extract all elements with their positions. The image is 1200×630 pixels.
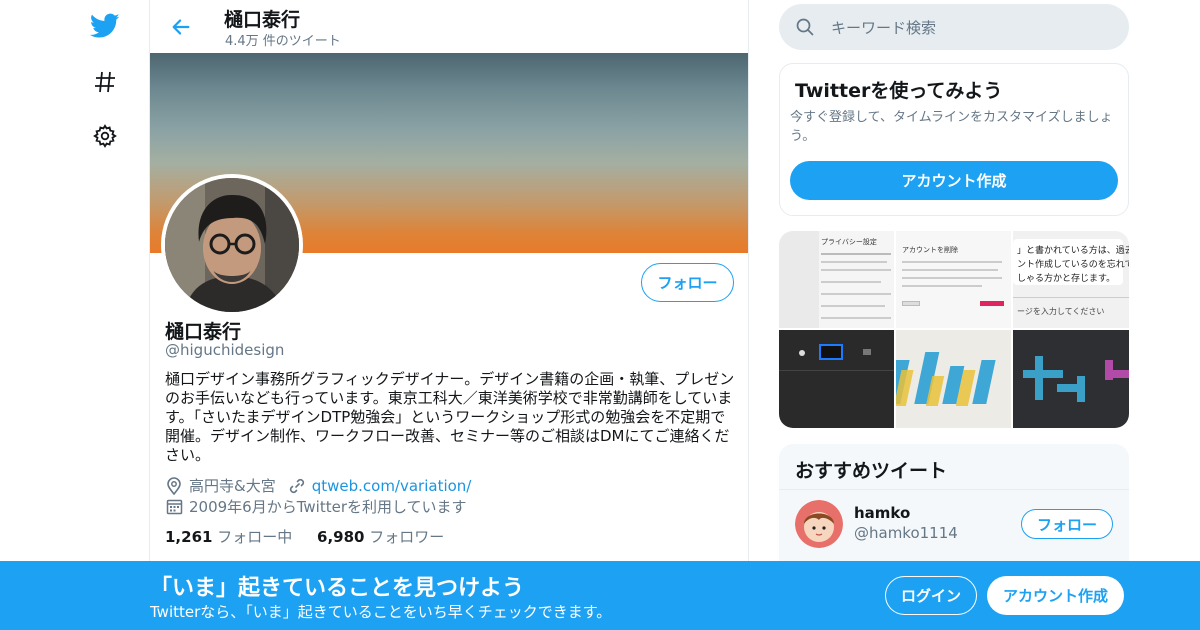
- profile-avatar[interactable]: [161, 174, 303, 316]
- follow-button[interactable]: フォロー: [641, 263, 734, 302]
- gear-icon[interactable]: [88, 119, 122, 153]
- profile-header-bar: 樋口泰行 4.4万 件のツイート: [150, 0, 748, 53]
- create-account-button[interactable]: アカウント作成: [790, 161, 1118, 200]
- profile-handle: @higuchidesign: [165, 341, 285, 359]
- following-label: フォロー中: [217, 528, 293, 546]
- signup-card: Twitterを使ってみよう 今すぐ登録して、タイムラインをカスタマイズしましょ…: [779, 63, 1129, 216]
- signup-banner-subtitle: Twitterなら、「いま」起きていることをいち早くチェックできます。: [150, 603, 612, 621]
- login-button[interactable]: ログイン: [885, 576, 977, 615]
- recommended-user-handle: @hamko1114: [854, 524, 958, 542]
- location-pin-icon: [165, 476, 183, 495]
- header-name: 樋口泰行: [224, 9, 301, 31]
- recommended-title: おすすめツイート: [795, 460, 948, 482]
- twitter-logo-icon[interactable]: [88, 9, 122, 43]
- search-icon: [795, 17, 815, 37]
- profile-location: 高円寺&大宮: [189, 477, 276, 495]
- media-tile-text: しゃる方かと存じます。: [1017, 274, 1116, 284]
- back-arrow-icon: [172, 19, 190, 35]
- recommended-user-avatar[interactable]: [795, 500, 843, 548]
- profile-url-link[interactable]: qtweb.com/variation/: [312, 477, 472, 495]
- profile-name: 樋口泰行: [165, 321, 242, 343]
- media-tile-text: アカウントを削除: [902, 246, 958, 254]
- following-stat[interactable]: 1,261 フォロー中: [165, 528, 292, 546]
- profile-stats: 1,261 フォロー中 6,980 フォロワー: [165, 526, 444, 547]
- following-count: 1,261: [165, 528, 213, 546]
- signup-banner-title: 「いま」起きていることを見つけよう: [150, 576, 525, 601]
- profile-bio: 樋口デザイン事務所グラフィックデザイナー。デザイン書籍の企画・執筆、プレゼンのお…: [165, 370, 735, 464]
- left-nav: [0, 0, 150, 630]
- media-tile[interactable]: 」と書かれている方は、過去に ント作成しているのを忘れて しゃる方かと存じます。…: [1013, 231, 1129, 328]
- header-tweet-count: 4.4万 件のツイート: [225, 34, 341, 49]
- search-input[interactable]: キーワード検索: [831, 17, 936, 38]
- recommended-follow-button[interactable]: フォロー: [1021, 509, 1113, 539]
- followers-label: フォロワー: [369, 528, 445, 546]
- media-tile[interactable]: [1013, 330, 1129, 428]
- media-tile[interactable]: プライバシー設定: [779, 231, 894, 328]
- profile-joined-row: 2009年6月からTwitterを利用しています: [165, 496, 467, 517]
- media-tile-text: ージを入力してください: [1017, 307, 1105, 316]
- profile-meta-row: 高円寺&大宮 qtweb.com/variation/: [165, 475, 471, 496]
- followers-count: 6,980: [317, 528, 365, 546]
- followers-stat[interactable]: 6,980 フォロワー: [317, 528, 444, 546]
- back-button[interactable]: [166, 12, 196, 42]
- calendar-icon: [165, 498, 183, 516]
- signup-card-description: 今すぐ登録して、タイムラインをカスタマイズしましょう。: [790, 110, 1113, 144]
- signup-button[interactable]: アカウント作成: [987, 576, 1124, 615]
- media-tile-text: ント作成しているのを忘れて: [1017, 260, 1129, 270]
- search-bar[interactable]: キーワード検索: [779, 4, 1129, 50]
- recommended-user-name[interactable]: hamko: [854, 504, 910, 522]
- signup-card-title: Twitterを使ってみよう: [795, 80, 1003, 102]
- profile-column: 樋口泰行 4.4万 件のツイート フォロー 樋口泰行 @higuchidesig…: [149, 0, 749, 630]
- hashtag-icon[interactable]: [88, 65, 122, 99]
- link-icon: [288, 477, 306, 495]
- signup-banner: 「いま」起きていることを見つけよう Twitterなら、「いま」起きていることを…: [0, 561, 1200, 630]
- divider: [779, 489, 1129, 490]
- media-grid: プライバシー設定 アカウントを削除 」と書かれている方は、過去に ント作成してい…: [779, 231, 1129, 428]
- media-tile[interactable]: アカウントを削除: [896, 231, 1011, 328]
- media-tile-text: プライバシー設定: [821, 238, 877, 246]
- media-tile-text: 」と書かれている方は、過去に: [1017, 246, 1129, 256]
- media-tile[interactable]: [779, 330, 894, 428]
- media-tile[interactable]: [896, 330, 1011, 428]
- profile-joined: 2009年6月からTwitterを利用しています: [189, 498, 467, 516]
